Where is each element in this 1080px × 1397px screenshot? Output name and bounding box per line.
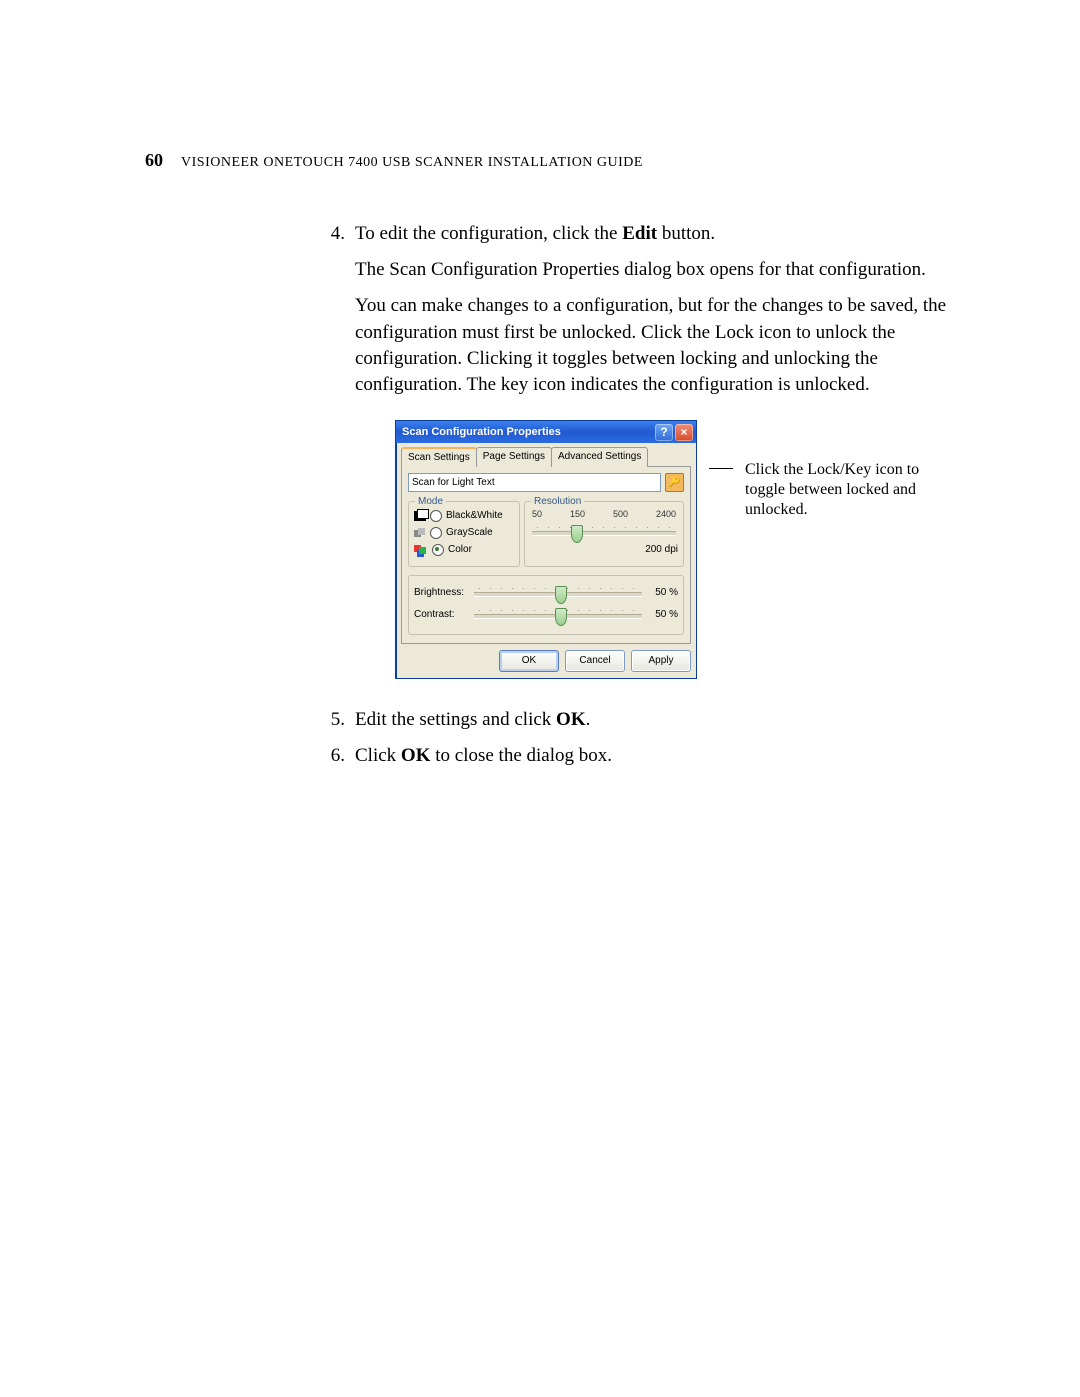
figure-row: Scan Configuration Properties ? × Scan S… xyxy=(395,420,970,678)
color-icon xyxy=(414,545,428,555)
page-number: 60 xyxy=(145,150,163,171)
running-head: VISIONEER ONETOUCH 7400 USB SCANNER INST… xyxy=(181,155,643,171)
fieldset-mode: Mode Black&White xyxy=(408,501,520,566)
tab-pane-scan-settings: Scan for Light Text 🔑 Mode xyxy=(401,466,691,643)
dialog-tabs: Scan Settings Page Settings Advanced Set… xyxy=(401,447,691,467)
mode-option-color[interactable]: Color xyxy=(414,543,514,557)
tab-page-settings[interactable]: Page Settings xyxy=(476,447,552,467)
contrast-value: 50 % xyxy=(644,608,678,622)
scan-config-dialog: Scan Configuration Properties ? × Scan S… xyxy=(395,420,697,678)
step-4-line1: To edit the configuration, click the Edi… xyxy=(355,221,970,247)
dialog-title: Scan Configuration Properties xyxy=(402,425,653,440)
mode-option-bw[interactable]: Black&White xyxy=(414,509,514,523)
radio-bw[interactable] xyxy=(430,510,442,522)
bw-icon xyxy=(414,511,426,521)
step-4: 4. To edit the configuration, click the … xyxy=(315,221,970,697)
step-5: 5. Edit the settings and click OK. xyxy=(315,707,970,733)
contrast-slider[interactable] xyxy=(472,606,644,624)
radio-color[interactable] xyxy=(432,544,444,556)
dialog-button-row: OK Cancel Apply xyxy=(401,650,691,672)
config-name-input[interactable]: Scan for Light Text xyxy=(408,473,661,492)
contrast-label: Contrast: xyxy=(414,608,472,622)
brightness-value: 50 % xyxy=(644,586,678,600)
ok-button[interactable]: OK xyxy=(499,650,559,672)
cancel-button[interactable]: Cancel xyxy=(565,650,625,672)
page-header: 60 VISIONEER ONETOUCH 7400 USB SCANNER I… xyxy=(145,150,970,171)
step-number: 4. xyxy=(315,221,345,697)
brightness-slider[interactable] xyxy=(472,584,644,602)
apply-button[interactable]: Apply xyxy=(631,650,691,672)
step-6: 6. Click OK to close the dialog box. xyxy=(315,743,970,769)
fieldset-brightness-contrast: Brightness: 50 % xyxy=(408,575,684,635)
step-number: 5. xyxy=(315,707,345,733)
help-button[interactable]: ? xyxy=(655,424,673,441)
resolution-legend: Resolution xyxy=(531,495,584,509)
grayscale-icon xyxy=(414,528,426,538)
callout-leader-line xyxy=(709,468,733,469)
radio-grayscale[interactable] xyxy=(430,527,442,539)
tab-advanced-settings[interactable]: Advanced Settings xyxy=(551,447,648,467)
tab-scan-settings[interactable]: Scan Settings xyxy=(401,447,477,467)
step-4-para3: You can make changes to a configuration,… xyxy=(355,293,970,398)
callout-text: Click the Lock/Key icon to toggle betwee… xyxy=(745,460,945,520)
lock-key-icon[interactable]: 🔑 xyxy=(665,473,684,492)
brightness-label: Brightness: xyxy=(414,586,472,600)
dialog-titlebar[interactable]: Scan Configuration Properties ? × xyxy=(396,421,696,443)
mode-option-grayscale[interactable]: GrayScale xyxy=(414,526,514,540)
step-number: 6. xyxy=(315,743,345,769)
mode-legend: Mode xyxy=(415,495,446,509)
resolution-slider[interactable] xyxy=(530,523,678,541)
close-button[interactable]: × xyxy=(675,424,693,441)
step-4-para2: The Scan Configuration Properties dialog… xyxy=(355,257,970,283)
fieldset-resolution: Resolution 50 150 500 2400 xyxy=(524,501,684,566)
resolution-value: 200 dpi xyxy=(530,543,678,557)
